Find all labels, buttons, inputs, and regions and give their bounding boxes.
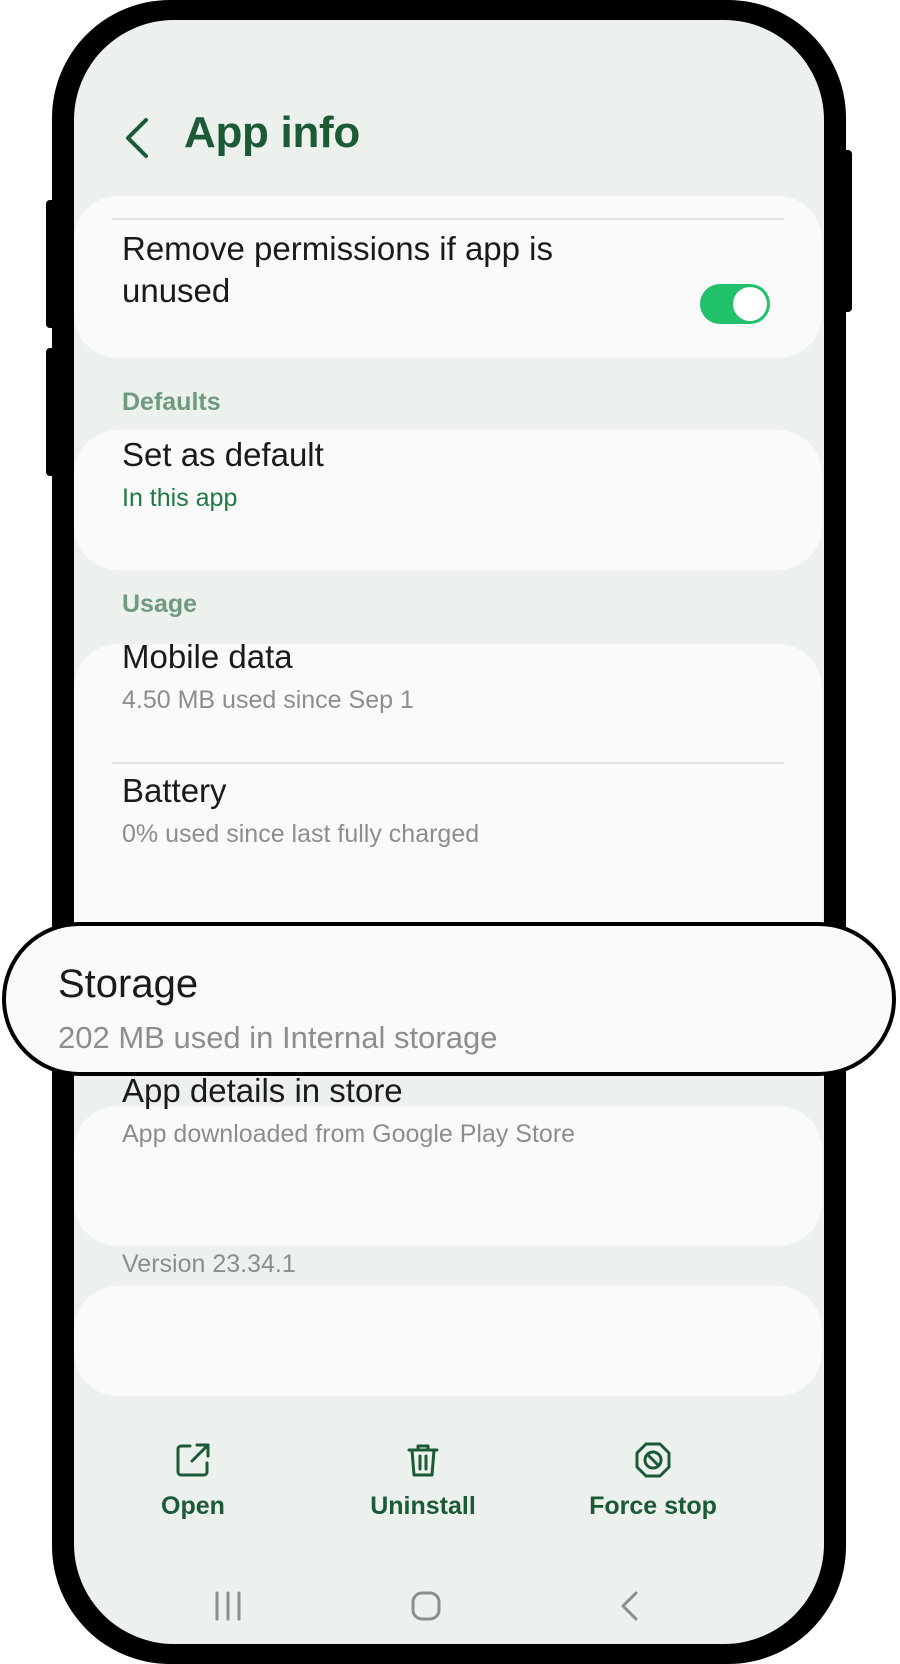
- stop-icon: [635, 1442, 671, 1478]
- storage-title: Storage: [58, 962, 199, 1006]
- battery-title[interactable]: Battery: [122, 770, 227, 812]
- set-as-default-title: Set as default: [122, 436, 324, 473]
- divider: [112, 218, 784, 220]
- mobile-data-subtitle: 4.50 MB used since Sep 1: [122, 686, 414, 714]
- app-details-title: App details in store: [122, 1072, 403, 1109]
- section-header-usage: Usage: [122, 590, 198, 618]
- version-card: [74, 1286, 822, 1396]
- divider: [112, 762, 784, 764]
- storage-subtitle: 202 MB used in Internal storage: [58, 1020, 498, 1055]
- set-as-default-subtitle: In this app: [122, 484, 238, 512]
- recent-apps-icon[interactable]: [212, 1590, 244, 1622]
- app-details-subtitle: App downloaded from Google Play Store: [122, 1120, 576, 1148]
- uninstall-label: Uninstall: [370, 1492, 476, 1520]
- version-label: Version 23.34.1: [122, 1250, 296, 1278]
- uninstall-button[interactable]: Uninstall: [328, 1440, 518, 1521]
- remove-permissions-toggle[interactable]: [700, 284, 770, 324]
- toggle-knob: [733, 287, 767, 321]
- mobile-data-title[interactable]: Mobile data: [122, 636, 293, 678]
- open-external-icon: [176, 1443, 210, 1477]
- section-header-defaults: Defaults: [122, 388, 221, 416]
- open-button[interactable]: Open: [98, 1440, 288, 1521]
- back-arrow-icon[interactable]: [118, 114, 158, 162]
- remove-permissions-label: Remove permissions if app is unused: [122, 230, 553, 309]
- force-stop-label: Force stop: [589, 1492, 717, 1520]
- app-info-screen: App info Remove permissions if app is un…: [74, 20, 824, 1644]
- battery-subtitle: 0% used since last fully charged: [122, 820, 480, 848]
- page-title: App info: [184, 108, 360, 157]
- trash-icon: [407, 1444, 439, 1477]
- force-stop-button[interactable]: Force stop: [558, 1440, 748, 1521]
- storage-item[interactable]: Storage 202 MB used in Internal storage: [2, 922, 896, 1076]
- back-icon[interactable]: [614, 1590, 646, 1622]
- home-icon[interactable]: [410, 1590, 442, 1622]
- open-label: Open: [161, 1492, 225, 1520]
